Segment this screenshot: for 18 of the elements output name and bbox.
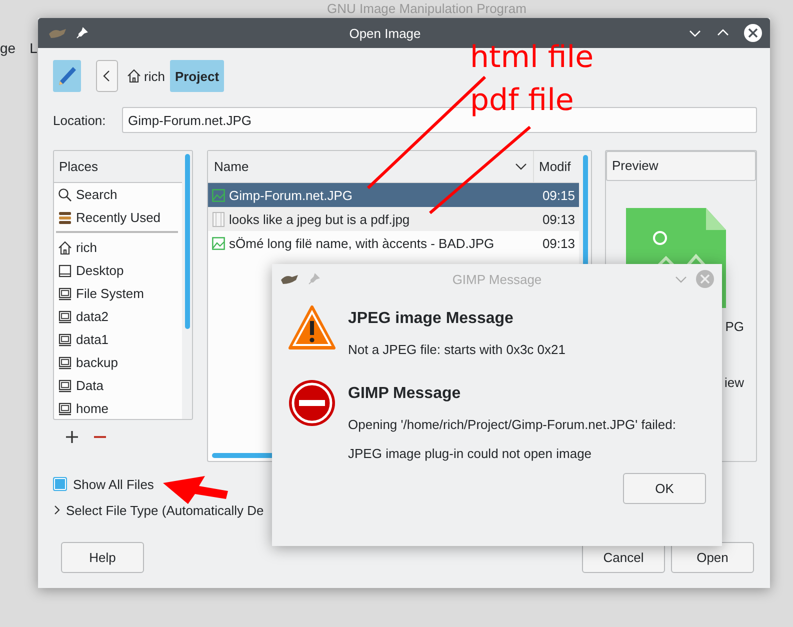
- annotation-text: html file: [470, 43, 594, 73]
- message-text: JPEG image plug-in could not open image: [348, 446, 593, 461]
- window-title: GIMP Message: [451, 272, 543, 286]
- window-title: GNU Image Manipulation Program: [327, 1, 526, 16]
- location-label: Location:: [53, 112, 107, 128]
- file-name: looks like a jpeg but is a pdf.jpg: [229, 212, 411, 226]
- modified-time: 09:15: [541, 188, 575, 202]
- message-heading: GIMP Message: [348, 385, 462, 403]
- message-text: Opening '/home/rich/Project/Gimp-Forum.net.JPG' failed:: [348, 417, 676, 432]
- preview-text: iew: [724, 375, 744, 390]
- preview-text: PG: [725, 319, 744, 334]
- message-text: Not a JPEG file: starts with 0x3c 0x21: [348, 342, 566, 357]
- file-name: sÖmé long filë name, with àccents - BAD.JPG: [229, 236, 496, 250]
- file-name: Gimp-Forum.net.JPG: [229, 188, 354, 202]
- message-heading: JPEG image Message: [348, 310, 514, 328]
- window-title: Open Image: [348, 26, 422, 40]
- modified-time: 09:13: [541, 236, 575, 250]
- modified-time: 09:13: [541, 212, 575, 226]
